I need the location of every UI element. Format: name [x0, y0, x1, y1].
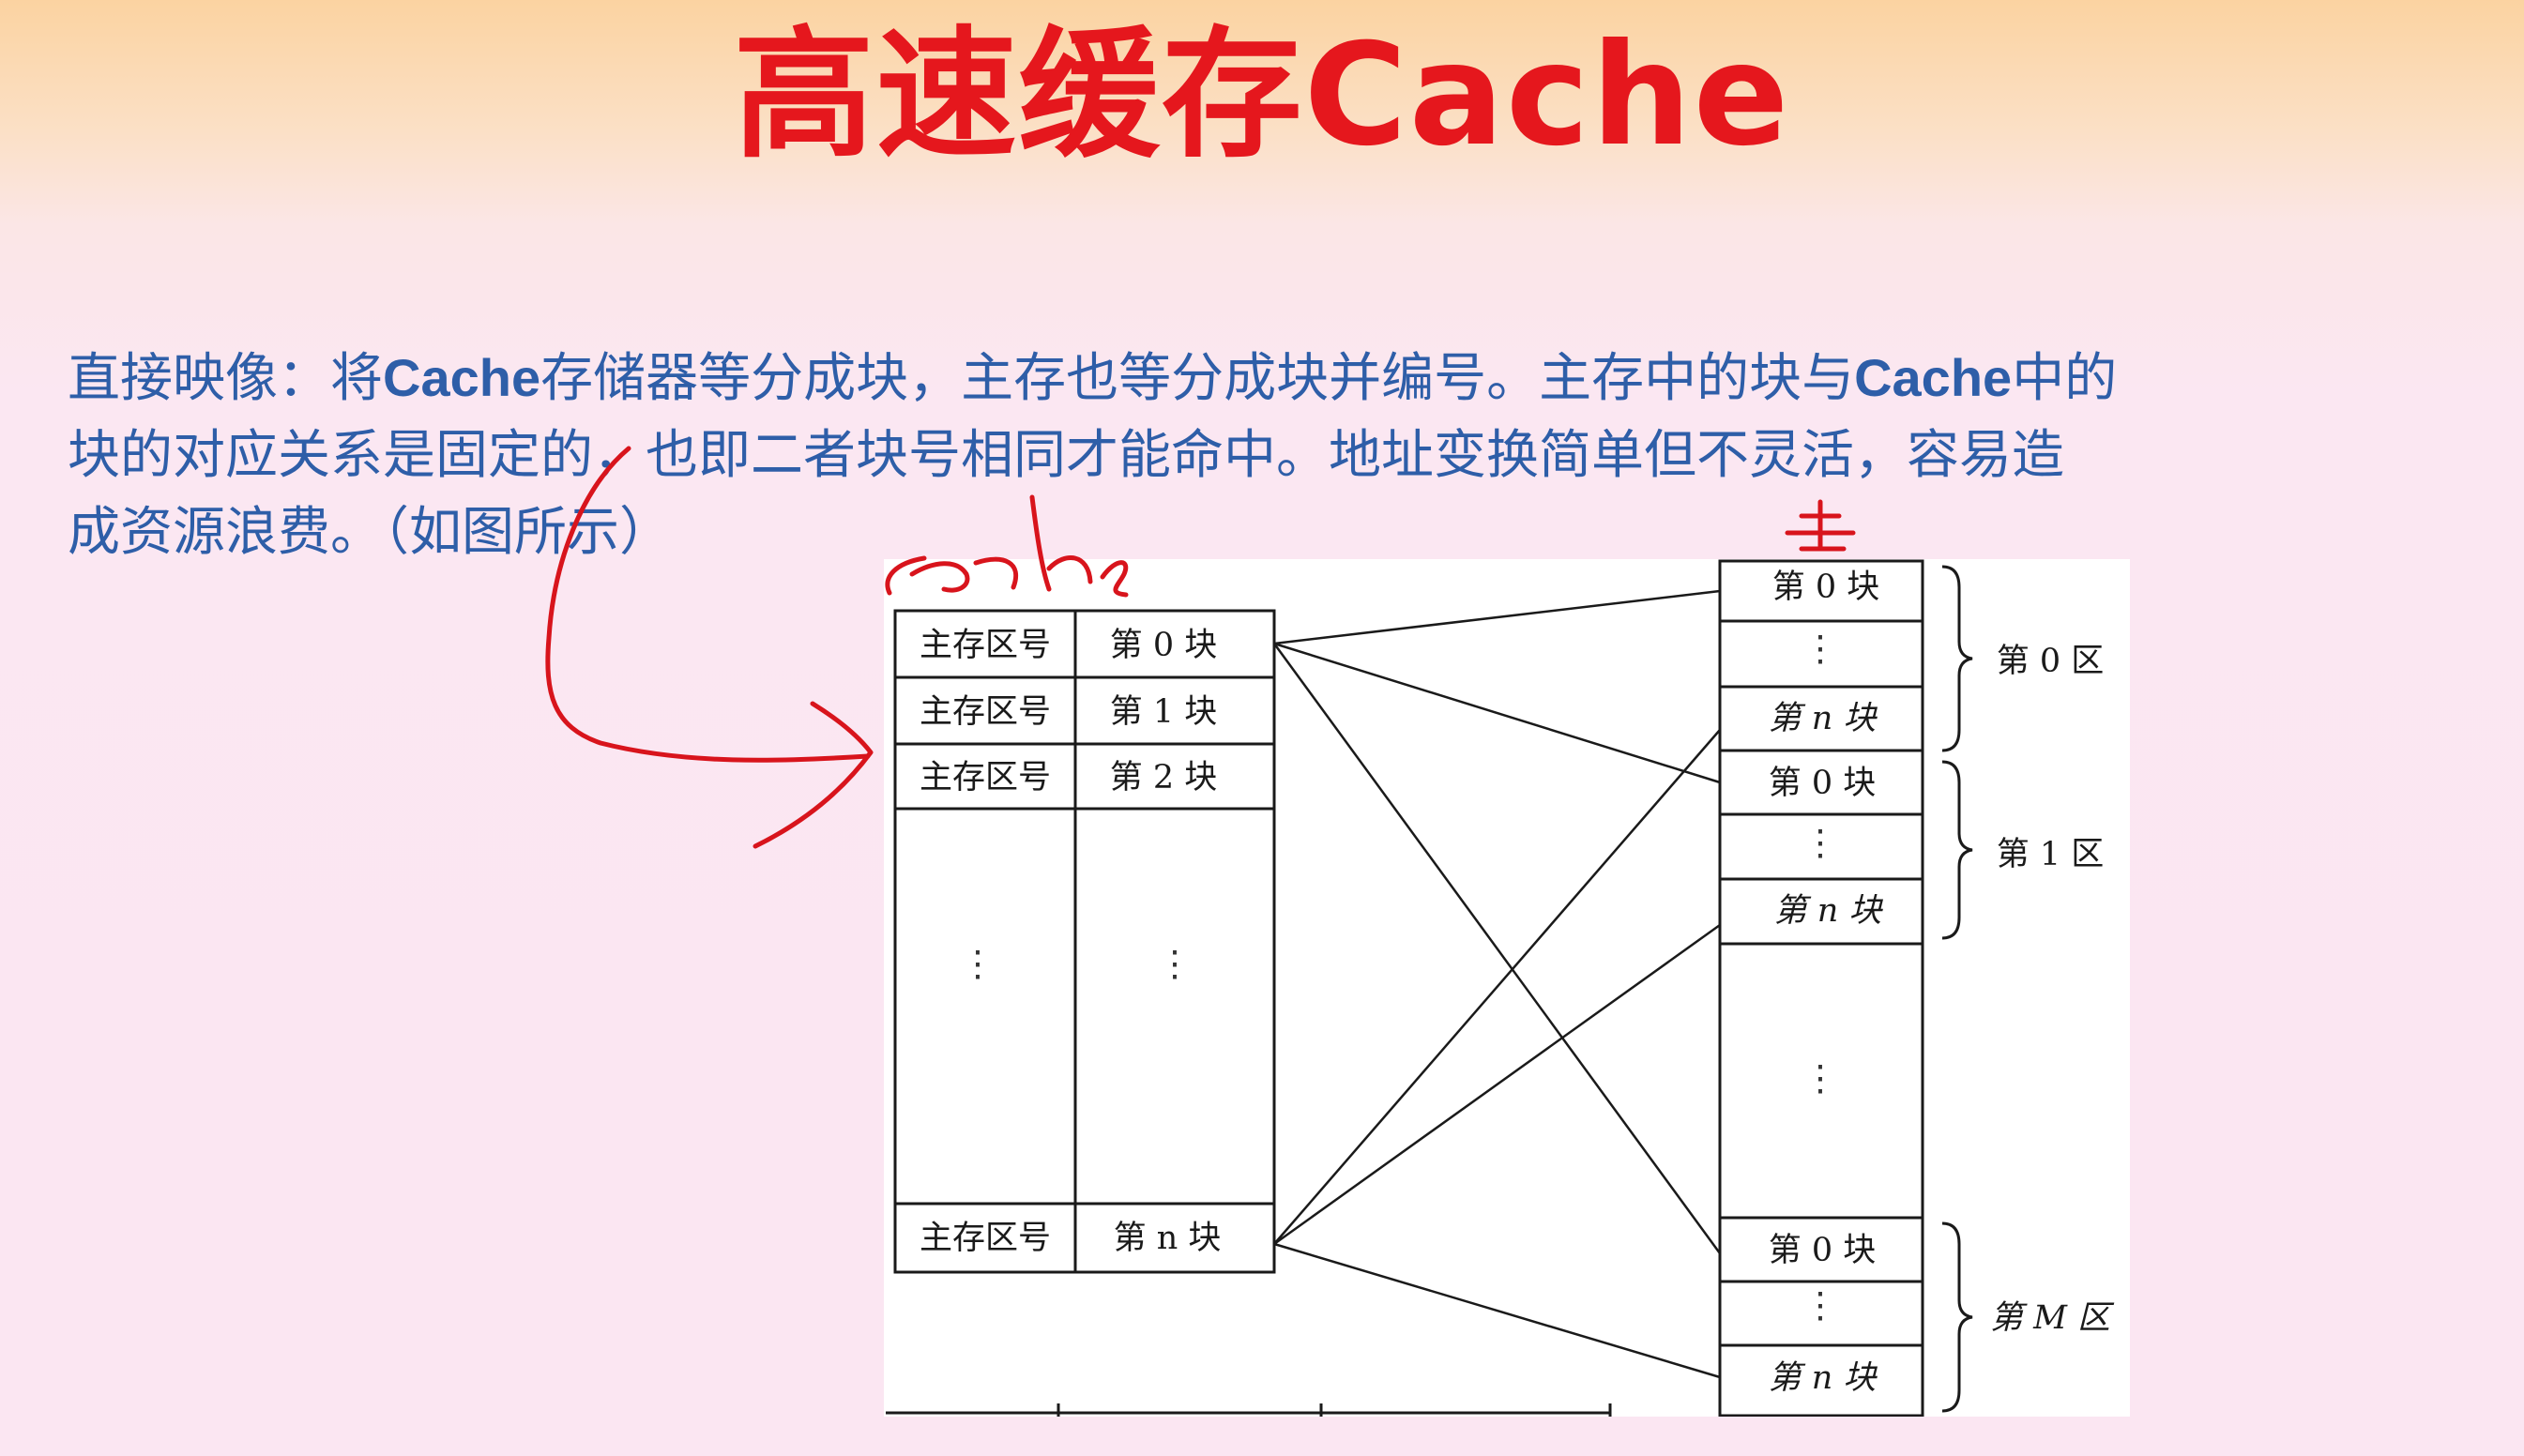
cache-row-n-tag: 主存区号 [920, 1220, 1051, 1257]
paragraph-text: 存储器等分成块，主存也等分成块并编号。主存中的块与 [540, 348, 1855, 409]
paragraph-line-1: 直接映像：将Cache存储器等分成块，主存也等分成块并编号。主存中的块与Cach… [68, 340, 2441, 417]
bottom-fragment-lines [886, 1403, 1612, 1417]
paragraph-text: 中的 [2012, 348, 2118, 409]
zoneM-label: 第 M 区 [1990, 1299, 2115, 1337]
cache-row-n-block: 第 n 块 [1114, 1220, 1222, 1257]
middle-ellipsis: ⋮ [1802, 1057, 1838, 1099]
map-line-0-zone0 [1273, 589, 1721, 645]
cache-row-1-block: 第 1 块 [1110, 693, 1218, 731]
map-line-0-zoneM [1272, 643, 1722, 1254]
zone1-last-block: 第 n 块 [1774, 892, 1884, 930]
mapping-lines [1272, 589, 1722, 1379]
zone0-last-block: 第 n 块 [1769, 700, 1878, 737]
paragraph-line-2: 块的对应关系是固定的，也即二者块号相同才能命中。地址变换简单但不灵活，容易造 [68, 425, 2064, 486]
map-line-0-zone1 [1273, 642, 1721, 784]
map-line-n-zoneM [1273, 1242, 1721, 1379]
cache-ellipsis-block: ⋮ [1157, 943, 1193, 984]
zone0-first-block: 第 0 块 [1772, 569, 1880, 606]
cache-row-2-block: 第 2 块 [1110, 759, 1218, 796]
zoneM-last-block: 第 n 块 [1769, 1359, 1878, 1397]
zone-braces [1941, 565, 1973, 1413]
paragraph-cache-word: Cache [1854, 348, 2013, 407]
description-paragraph: 直接映像：将Cache存储器等分成块，主存也等分成块并编号。主存中的块与Cach… [68, 340, 2441, 571]
paragraph-text: 直接映像：将 [68, 348, 383, 409]
slide-title: 高速缓存Cache [733, 14, 1791, 177]
zone1-brace [1941, 760, 1973, 940]
ink-arrowhead [753, 701, 874, 849]
zoneM-brace [1941, 1221, 1973, 1413]
direct-mapping-figure: 主存区号 第 0 块 主存区号 第 1 块 主存区号 第 2 块 ⋮ ⋮ 主存区… [884, 559, 2130, 1417]
zone0-label: 第 0 区 [1997, 643, 2105, 680]
cache-row-2-tag: 主存区号 [920, 759, 1051, 796]
cache-row-1-tag: 主存区号 [920, 693, 1051, 731]
zone0-brace [1941, 565, 1973, 752]
cache-ellipsis-tag: ⋮ [960, 943, 996, 984]
zoneM-ellipsis: ⋮ [1802, 1284, 1838, 1326]
map-line-n-zone1 [1273, 923, 1721, 1246]
map-line-n-zone0 [1273, 729, 1721, 1245]
cache-row-0-tag: 主存区号 [920, 627, 1051, 664]
paragraph-cache-word: Cache [383, 348, 541, 407]
zone1-first-block: 第 0 块 [1769, 765, 1877, 802]
zone0-ellipsis: ⋮ [1802, 628, 1838, 669]
cache-row-0-block: 第 0 块 [1110, 627, 1218, 664]
mapping-diagram: 主存区号 第 0 块 主存区号 第 1 块 主存区号 第 2 块 ⋮ ⋮ 主存区… [886, 559, 2115, 1417]
zone1-label: 第 1 区 [1997, 836, 2105, 873]
zone1-ellipsis: ⋮ [1802, 822, 1838, 863]
zoneM-first-block: 第 0 块 [1769, 1232, 1877, 1269]
